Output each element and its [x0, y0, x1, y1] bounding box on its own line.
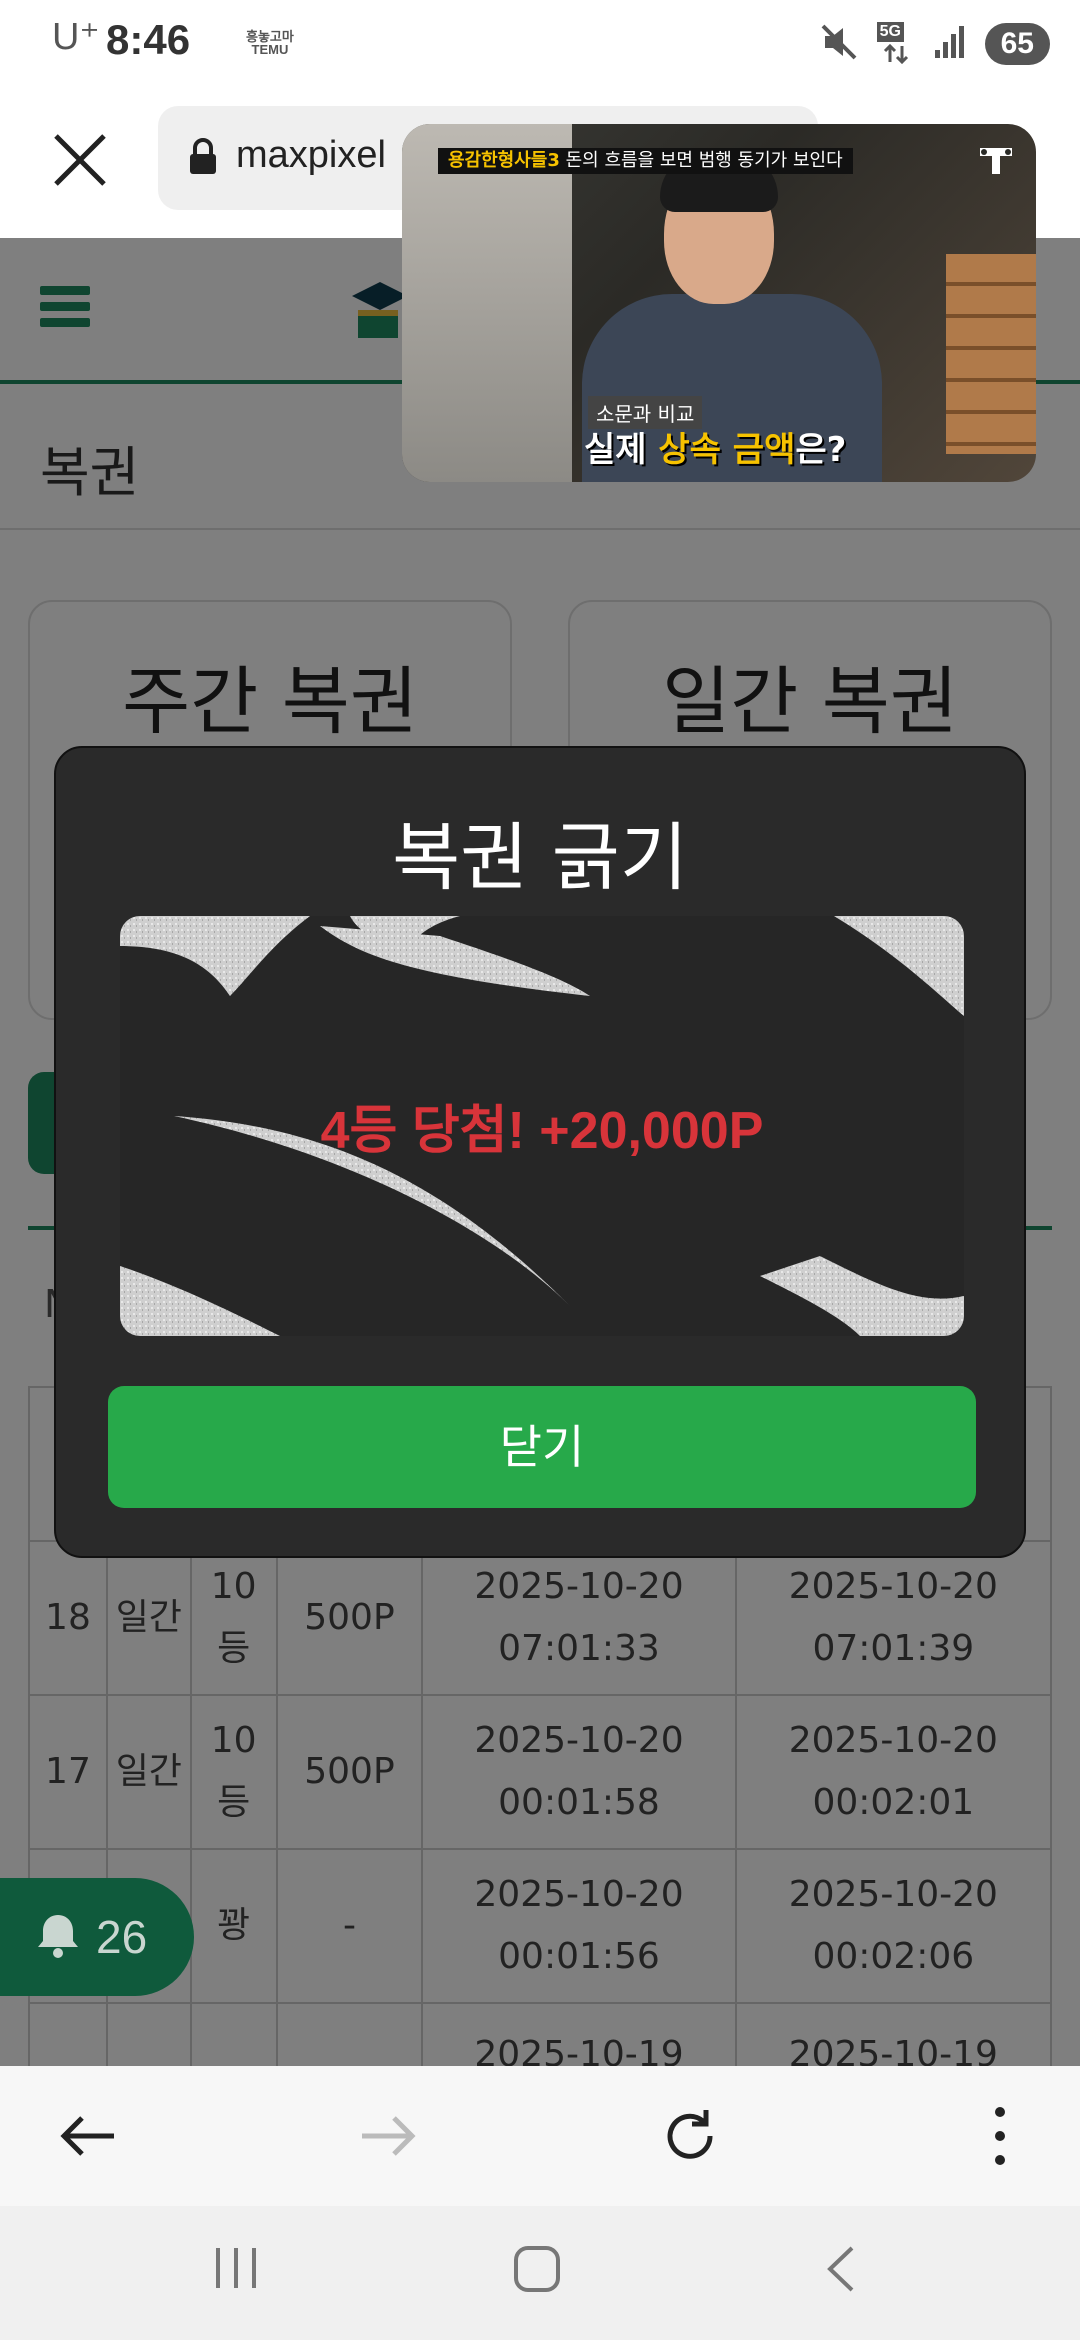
- notification-count: 26: [96, 1911, 148, 1963]
- system-navigation-bar: [0, 2206, 1080, 2340]
- scratch-card[interactable]: 4등 당첨! +20,000P: [120, 916, 964, 1336]
- mute-icon: [819, 22, 859, 66]
- bell-icon: [36, 1911, 80, 1963]
- clock: 8:46: [106, 16, 191, 63]
- reload-icon[interactable]: [658, 2104, 722, 2168]
- battery-indicator: 65: [984, 23, 1050, 65]
- lock-icon: [188, 138, 218, 180]
- video-scene: [402, 124, 572, 482]
- recent-apps-icon[interactable]: [212, 2244, 260, 2296]
- signal-icon: [933, 24, 967, 64]
- notification-button[interactable]: 26: [0, 1878, 194, 1996]
- temu-notification-icon: 흥놓고마 TEMU: [246, 29, 294, 57]
- scratch-lottery-modal: 복권 긁기 4등 당첨! +20,000P 닫기: [54, 746, 1026, 1558]
- more-options-icon[interactable]: [968, 2104, 1032, 2168]
- channel-logo-icon: [976, 142, 1016, 182]
- prize-result-text: 4등 당첨! +20,000P: [320, 1102, 764, 1160]
- network-type-icon: 5G: [876, 22, 915, 66]
- carrier-label: U⁺: [52, 16, 100, 58]
- browser-bottom-toolbar: [0, 2066, 1080, 2206]
- video-scene-crate: [946, 254, 1036, 454]
- picture-in-picture-video[interactable]: 용감한형사들3 돈의 흐름을 보면 범행 동기가 보인다 소문과 비교 실제 상…: [402, 124, 1036, 482]
- close-icon[interactable]: [50, 130, 110, 190]
- status-bar: U⁺ 8:46 흥놓고마 TEMU 5G 65: [0, 0, 1080, 90]
- forward-arrow-icon[interactable]: [356, 2104, 420, 2168]
- url-text: maxpixel: [236, 134, 386, 176]
- modal-title: 복권 긁기: [392, 815, 688, 901]
- system-back-icon[interactable]: [820, 2244, 860, 2298]
- status-icons: 5G 65: [819, 20, 1050, 68]
- back-arrow-icon[interactable]: [56, 2104, 120, 2168]
- video-banner: 용감한형사들3 돈의 흐름을 보면 범행 동기가 보인다: [438, 148, 853, 174]
- home-icon[interactable]: [512, 2244, 562, 2298]
- close-button[interactable]: 닫기: [108, 1386, 976, 1508]
- video-caption-main: 실제 상속 금액은?: [584, 430, 847, 470]
